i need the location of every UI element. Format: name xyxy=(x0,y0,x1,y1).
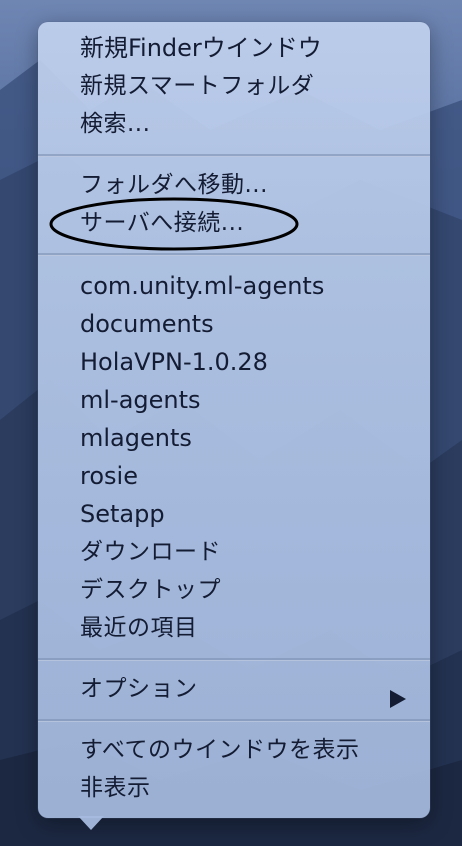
menu-item-new-finder-window[interactable]: 新規Finderウインドウ xyxy=(80,33,322,63)
menu-item-folder-ml-agents[interactable]: ml-agents xyxy=(80,385,201,415)
menu-item-options[interactable]: オプション xyxy=(80,674,198,704)
menu-item-recent-items[interactable]: 最近の項目 xyxy=(80,613,198,643)
menu-item-new-smart-folder[interactable]: 新規スマートフォルダ xyxy=(80,71,314,101)
menu-pointer xyxy=(78,816,104,830)
menu-item-show-all-windows[interactable]: すべてのウインドウを表示 xyxy=(80,735,359,765)
menu-item-search[interactable]: 検索... xyxy=(80,109,150,139)
menu-separator xyxy=(38,154,430,157)
menu-item-folder-desktop[interactable]: デスクトップ xyxy=(80,575,221,605)
menu-item-folder-com-unity-ml-agents[interactable]: com.unity.ml-agents xyxy=(80,271,324,301)
menu-item-folder-rosie[interactable]: rosie xyxy=(80,461,138,491)
menu-item-folder-documents[interactable]: documents xyxy=(80,309,214,339)
menu-item-folder-mlagents[interactable]: mlagents xyxy=(80,423,192,453)
menu-item-folder-holavpn[interactable]: HolaVPN-1.0.28 xyxy=(80,347,268,377)
menu-separator xyxy=(38,253,430,256)
menu-item-folder-downloads[interactable]: ダウンロード xyxy=(80,537,221,567)
menu-item-go-to-folder[interactable]: フォルダへ移動... xyxy=(80,170,268,200)
menu-separator xyxy=(38,719,430,722)
menu-item-connect-to-server[interactable]: サーバへ接続... xyxy=(80,208,244,238)
menu-item-hide[interactable]: 非表示 xyxy=(80,773,151,803)
finder-dock-menu: 新規Finderウインドウ 新規スマートフォルダ 検索... フォルダへ移動..… xyxy=(38,22,430,818)
menu-separator xyxy=(38,658,430,661)
menu-item-folder-setapp[interactable]: Setapp xyxy=(80,499,165,529)
submenu-arrow-icon xyxy=(390,690,406,708)
